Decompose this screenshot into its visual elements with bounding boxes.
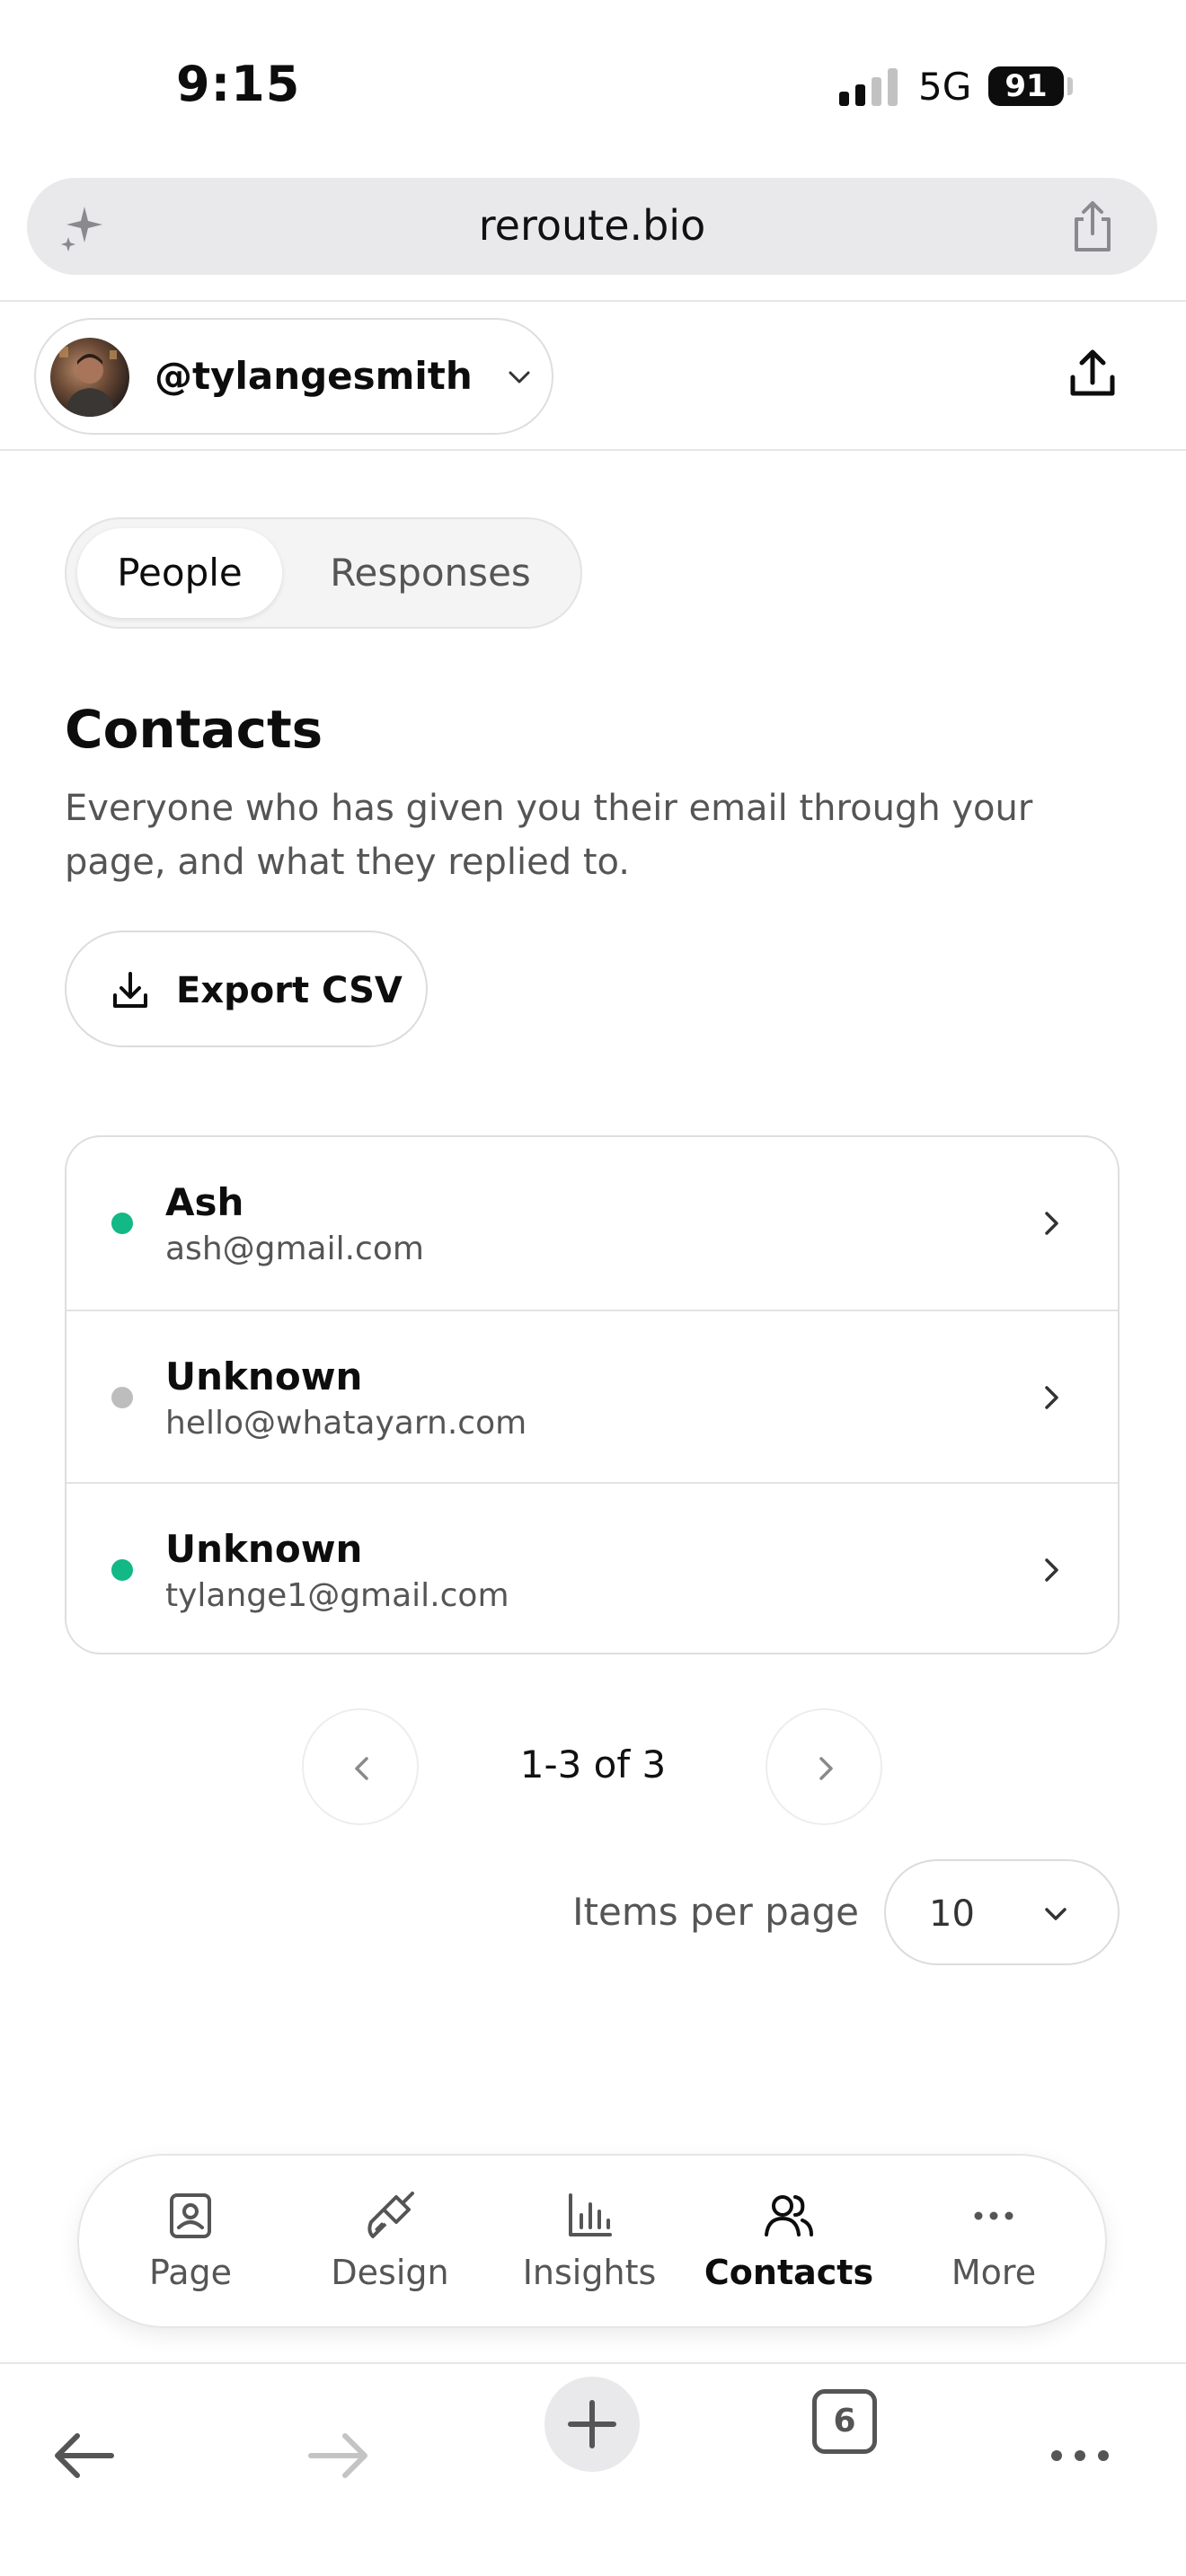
tab-page[interactable]: Page — [101, 2190, 280, 2307]
chevron-left-icon — [355, 1757, 368, 1780]
bar-chart-icon — [569, 2193, 612, 2236]
new-tab-button[interactable] — [544, 2377, 640, 2472]
contact-list: Ash ash@gmail.com Unknown hello@whatayar… — [65, 1135, 1120, 1654]
signal-icon — [839, 68, 898, 106]
page-title: Contacts — [65, 699, 323, 760]
battery-icon: 91 — [988, 66, 1064, 106]
items-per-page-label: Items per page — [572, 1890, 859, 1934]
tab-more[interactable]: More — [904, 2190, 1084, 2307]
network-label: 5G — [918, 65, 972, 109]
tab-insights[interactable]: Insights — [500, 2190, 679, 2307]
divider — [0, 300, 1186, 302]
account-username: @tylangesmith — [155, 354, 473, 398]
items-per-page-value: 10 — [929, 1893, 975, 1935]
chevron-down-icon — [1045, 1908, 1067, 1920]
list-item[interactable]: Unknown hello@whatayarn.com — [66, 1310, 1118, 1482]
page-range: 1-3 of 3 — [519, 1742, 667, 1786]
status-bar: 9:15 5G 91 — [0, 0, 1186, 171]
contact-email: ash@gmail.com — [165, 1231, 424, 1267]
contact-name: Unknown — [165, 1527, 363, 1571]
tab-label: Page — [149, 2253, 232, 2292]
tab-responses[interactable]: Responses — [291, 528, 570, 618]
previous-page-button[interactable] — [302, 1708, 419, 1825]
export-csv-label: Export CSV — [176, 970, 403, 1011]
items-per-page-select[interactable]: 10 — [884, 1859, 1120, 1965]
page-icon — [170, 2193, 211, 2238]
tab-people[interactable]: People — [77, 528, 282, 618]
back-arrow-icon[interactable] — [49, 2420, 120, 2492]
next-page-button[interactable] — [766, 1708, 882, 1825]
brush-icon — [367, 2192, 414, 2238]
contact-name: Unknown — [165, 1354, 363, 1398]
tab-label: Design — [331, 2253, 449, 2292]
more-icon — [974, 2211, 1013, 2220]
more-icon[interactable] — [1044, 2420, 1116, 2492]
battery-cap — [1067, 77, 1073, 95]
contact-email: hello@whatayarn.com — [165, 1405, 527, 1442]
people-icon — [765, 2195, 813, 2236]
list-item[interactable]: Ash ash@gmail.com — [66, 1137, 1118, 1310]
view-toggle: People Responses — [65, 517, 582, 629]
tab-design[interactable]: Design — [300, 2190, 480, 2307]
download-icon — [113, 972, 147, 1008]
tab-label: More — [951, 2253, 1037, 2292]
bottom-tab-bar: Page Design Insights Contacts More — [77, 2154, 1107, 2328]
export-csv-button[interactable]: Export CSV — [65, 931, 428, 1047]
url-bar[interactable]: reroute.bio — [27, 178, 1157, 275]
tabs-button[interactable]: 6 — [812, 2389, 877, 2454]
tab-contacts[interactable]: Contacts — [699, 2190, 879, 2307]
status-dot — [111, 1559, 133, 1581]
tab-label: Insights — [522, 2253, 657, 2292]
forward-arrow-icon[interactable] — [302, 2420, 374, 2492]
chevron-right-icon — [1045, 1212, 1058, 1235]
status-dot — [111, 1387, 133, 1408]
chevron-right-icon — [819, 1757, 833, 1780]
contact-name: Ash — [165, 1180, 244, 1224]
status-dot — [111, 1213, 133, 1234]
status-time: 9:15 — [176, 56, 301, 112]
chevron-right-icon — [1045, 1558, 1058, 1582]
share-icon[interactable] — [1067, 199, 1118, 253]
contact-email: tylange1@gmail.com — [165, 1577, 509, 1614]
avatar — [50, 338, 129, 417]
chevron-right-icon — [1045, 1386, 1058, 1409]
tab-label: Contacts — [704, 2253, 874, 2292]
upload-icon[interactable] — [1066, 347, 1120, 401]
list-item[interactable]: Unknown tylange1@gmail.com — [66, 1482, 1118, 1653]
chevron-down-icon — [509, 371, 530, 384]
plus-icon — [568, 2400, 616, 2448]
url-text[interactable]: reroute.bio — [27, 201, 1157, 250]
account-switcher[interactable]: @tylangesmith — [34, 318, 553, 435]
page-description: Everyone who has given you their email t… — [65, 788, 1033, 883]
divider — [0, 449, 1186, 451]
